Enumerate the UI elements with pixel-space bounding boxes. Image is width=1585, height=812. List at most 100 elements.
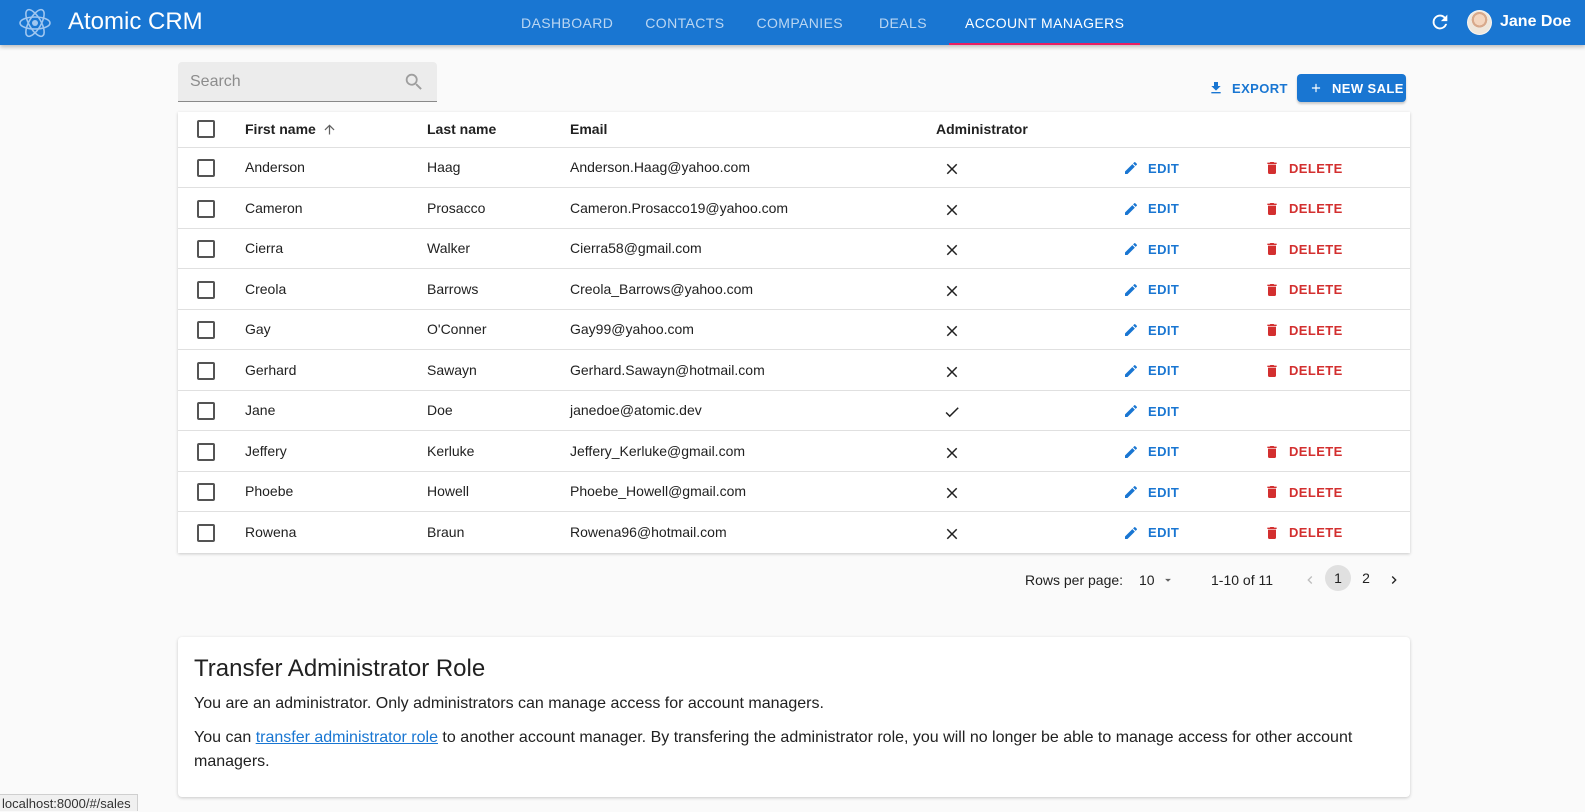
check-icon (945, 407, 959, 418)
pagination-range: 1-10 of 11 (1211, 572, 1274, 588)
delete-button[interactable]: DELETE (1264, 201, 1343, 217)
cell-last-name: Braun (427, 523, 465, 540)
tab-deals[interactable]: DEALS (863, 0, 949, 45)
delete-button[interactable]: DELETE (1264, 363, 1343, 379)
table-row[interactable]: Rowena Braun Rowena96@hotmail.com EDIT DELET… (178, 513, 1410, 553)
table-row[interactable]: Creola Barrows Creola_Barrows@yahoo.com EDI… (178, 270, 1410, 310)
delete-label: DELETE (1289, 241, 1343, 257)
edit-button[interactable]: EDIT (1123, 444, 1179, 460)
delete-button[interactable]: DELETE (1264, 282, 1343, 298)
row-checkbox[interactable] (197, 523, 215, 542)
edit-button[interactable]: EDIT (1123, 525, 1179, 541)
trash-icon (1267, 364, 1277, 377)
app-title[interactable]: Atomic CRM (68, 8, 203, 36)
cell-email: Rowena96@hotmail.com (570, 523, 727, 540)
pencil-icon (1125, 323, 1138, 336)
table-row[interactable]: Cameron Prosacco Cameron.Prosacco19@yahoo.… (178, 189, 1410, 229)
refresh-icon[interactable] (1429, 11, 1451, 33)
row-checkbox[interactable] (197, 402, 215, 420)
close-icon (946, 244, 958, 256)
delete-button[interactable]: DELETE (1264, 241, 1343, 257)
edit-label: EDIT (1148, 241, 1180, 257)
rows-per-page-select[interactable]: 10 (1139, 572, 1175, 588)
select-all-checkbox[interactable] (197, 120, 215, 138)
edit-button[interactable]: EDIT (1123, 282, 1179, 298)
table-row[interactable]: Jane Doe janedoe@atomic.dev EDIT (178, 391, 1410, 431)
edit-label: EDIT (1148, 484, 1180, 500)
edit-label: EDIT (1148, 201, 1180, 216)
edit-label: EDIT (1148, 444, 1180, 459)
delete-button[interactable]: DELETE (1264, 484, 1343, 500)
row-checkbox[interactable] (197, 442, 215, 461)
export-button[interactable]: EXPORT (1208, 80, 1288, 96)
pencil-icon (1125, 161, 1138, 174)
delete-button[interactable]: DELETE (1264, 322, 1343, 338)
cell-first-name: Phoebe (245, 483, 294, 499)
edit-button[interactable]: EDIT (1123, 484, 1179, 500)
search-input[interactable] (178, 62, 393, 101)
delete-button[interactable]: DELETE (1264, 525, 1343, 541)
transfer-admin-link[interactable]: transfer administrator role (256, 729, 438, 746)
edit-button[interactable]: EDIT (1123, 322, 1179, 338)
page-button-2[interactable]: 2 (1353, 565, 1379, 591)
row-checkbox[interactable] (197, 361, 215, 380)
table-row[interactable]: Gay O'Conner Gay99@yahoo.com EDIT DELETE (178, 310, 1410, 350)
table-header: First name Last name Email Administrator (178, 112, 1410, 148)
cell-email: Creola_Barrows@yahoo.com (570, 280, 754, 297)
column-header-email[interactable]: Email (570, 121, 607, 137)
trash-icon (1267, 445, 1277, 458)
search-field[interactable] (178, 62, 437, 102)
search-icon (405, 73, 422, 90)
download-icon (1211, 82, 1221, 94)
cell-email: Phoebe_Howell@gmail.com (570, 483, 747, 499)
user-name[interactable]: Jane Doe (1500, 13, 1571, 31)
app-bar: Atomic CRM DASHBOARD CONTACTS COMPANIES … (0, 0, 1585, 45)
arrow-up-icon (324, 124, 335, 134)
trash-icon (1267, 526, 1277, 539)
transfer-admin-title: Transfer Administrator Role (194, 655, 486, 682)
edit-button[interactable]: EDIT (1123, 160, 1179, 176)
delete-label: DELETE (1289, 444, 1343, 459)
avatar[interactable] (1467, 10, 1492, 35)
chevron-right-icon[interactable] (1386, 572, 1402, 588)
column-header-first-name[interactable]: First name (245, 121, 337, 137)
new-sale-button[interactable]: NEW SALE (1297, 74, 1406, 102)
row-checkbox[interactable] (197, 159, 215, 177)
column-header-administrator[interactable]: Administrator (936, 121, 1028, 137)
edit-button[interactable]: EDIT (1123, 241, 1179, 257)
trash-icon (1267, 486, 1277, 498)
edit-button[interactable]: EDIT (1123, 201, 1179, 217)
cell-first-name: Cameron (245, 199, 303, 216)
page-button-1[interactable]: 1 (1325, 565, 1351, 591)
close-icon (946, 325, 958, 337)
delete-label: DELETE (1289, 201, 1343, 216)
table-row[interactable]: Jeffery Kerluke Jeffery_Kerluke@gmail.com E… (178, 432, 1410, 472)
table-row[interactable]: Phoebe Howell Phoebe_Howell@gmail.com EDIT D… (178, 472, 1410, 512)
react-atom-icon[interactable] (17, 5, 53, 41)
table-row[interactable]: Gerhard Sawayn Gerhard.Sawayn@hotmail.com E… (178, 351, 1410, 391)
cell-first-name: Creola (245, 280, 287, 297)
column-header-last-name[interactable]: Last name (427, 121, 496, 137)
delete-button[interactable]: DELETE (1264, 444, 1343, 460)
tab-companies[interactable]: COMPANIES (740, 0, 863, 45)
tab-dashboard[interactable]: DASHBOARD (505, 0, 629, 45)
close-icon (946, 285, 958, 296)
tab-contacts[interactable]: CONTACTS (629, 0, 740, 45)
row-checkbox[interactable] (197, 280, 215, 299)
row-checkbox[interactable] (197, 199, 215, 218)
row-checkbox[interactable] (197, 483, 215, 501)
table-row[interactable]: Anderson Haag Anderson.Haag@yahoo.com EDIT D… (178, 148, 1410, 188)
table-row[interactable]: Cierra Walker Cierra58@gmail.com EDIT DELETE (178, 229, 1410, 269)
delete-button[interactable]: DELETE (1264, 160, 1343, 176)
cell-first-name: Gay (245, 321, 271, 337)
edit-button[interactable]: EDIT (1123, 363, 1179, 379)
edit-button[interactable]: EDIT (1123, 403, 1179, 419)
row-checkbox[interactable] (197, 321, 215, 339)
delete-label: DELETE (1289, 525, 1343, 540)
column-header-first-name-label: First name (245, 121, 316, 137)
cell-last-name: Doe (427, 402, 453, 418)
delete-label: DELETE (1289, 484, 1343, 500)
close-icon (946, 528, 958, 539)
tab-account-managers[interactable]: ACCOUNT MANAGERS (948, 0, 1141, 45)
row-checkbox[interactable] (197, 240, 215, 258)
